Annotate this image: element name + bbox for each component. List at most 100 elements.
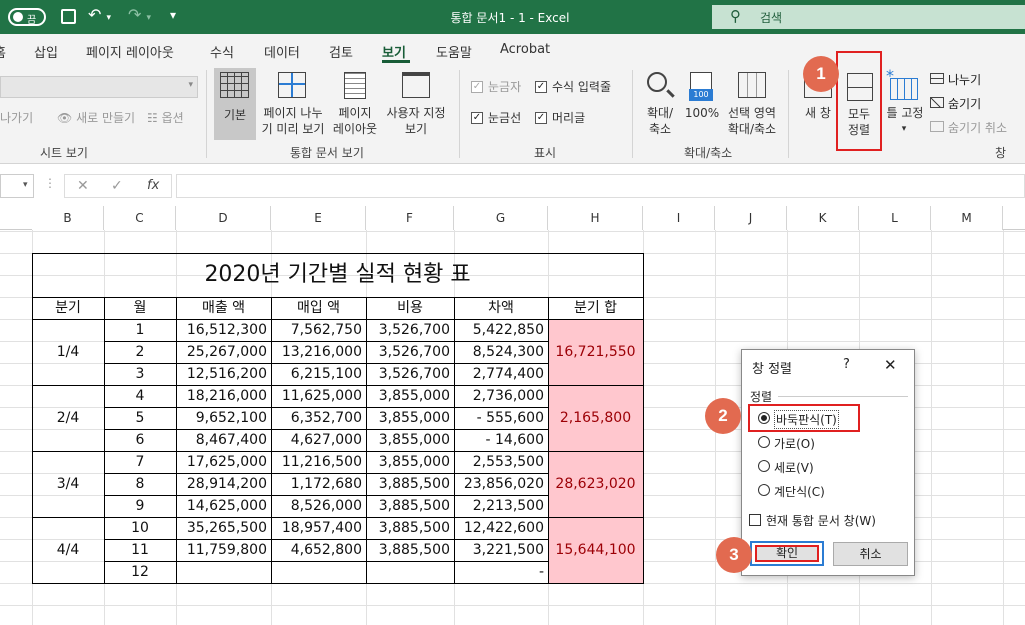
group-label-show: 표시 xyxy=(534,146,557,160)
tab-home[interactable]: 홈 xyxy=(0,42,6,61)
sales-cell: 17,625,000 xyxy=(186,454,267,470)
month-cell: 10 xyxy=(131,520,149,536)
gridlines-label: 눈금선 xyxy=(488,111,522,125)
purchase-cell: 8,526,000 xyxy=(290,498,362,514)
section-divider xyxy=(778,396,908,397)
eye-icon: 👁 xyxy=(57,111,73,125)
help-button[interactable]: ? xyxy=(843,357,850,372)
zoom-selection-button[interactable]: 선택 영역 확대/축소 xyxy=(722,68,782,140)
magnifier-icon xyxy=(647,72,667,92)
more-icon: ⋮ xyxy=(44,176,56,190)
split-button[interactable]: 나누기 xyxy=(928,70,1018,88)
sales-cell: 28,914,200 xyxy=(186,476,267,492)
purchase-cell: 4,652,800 xyxy=(290,542,362,558)
purchase-cell: 18,957,400 xyxy=(281,520,362,536)
keep-button[interactable]: 나가기 xyxy=(0,111,33,126)
purchase-cell: 11,216,500 xyxy=(281,454,362,470)
column-header-b[interactable]: B xyxy=(32,206,104,230)
unhide-button[interactable]: 숨기기 취소 xyxy=(928,118,1025,136)
title-bar: 끔 ↶ ▾ ↷ ▾ ▾ 통합 문서1 - 1 - Excel ⚲ 검색 xyxy=(0,0,1025,34)
gridlines-checkbox[interactable]: ✓ xyxy=(471,112,483,124)
ruler-label: 눈금자 xyxy=(488,80,522,94)
tab-page-layout[interactable]: 페이지 레이아웃 xyxy=(86,42,174,61)
zoom-button[interactable]: 확대/ 축소 xyxy=(640,68,680,140)
cancel-icon[interactable]: ✕ xyxy=(77,178,89,194)
page-break-preview-button[interactable]: 페이지 나누 기 미리 보기 xyxy=(258,68,328,140)
month-cell: 11 xyxy=(131,542,149,558)
column-header-e[interactable]: E xyxy=(271,206,366,230)
current-workbook-checkbox[interactable] xyxy=(749,514,761,526)
ruler-checkbox[interactable]: ✓ xyxy=(471,81,483,93)
difference-cell: - 555,600 xyxy=(476,410,544,426)
divider xyxy=(632,70,633,158)
cancel-button[interactable]: 취소 xyxy=(833,542,908,566)
difference-cell: 12,422,600 xyxy=(463,520,544,536)
horizontal-radio[interactable] xyxy=(758,436,770,448)
new-sheet-view-button[interactable]: 👁 새로 만들기 xyxy=(57,111,135,126)
sales-cell: 11,759,800 xyxy=(186,542,267,558)
formula-bar-checkbox[interactable]: ✓ xyxy=(535,81,547,93)
tab-view[interactable]: 보기 xyxy=(382,42,406,61)
column-header-f[interactable]: F xyxy=(366,206,454,230)
chevron-down-icon: ▾ xyxy=(23,180,28,190)
group-label-zoom: 확대/축소 xyxy=(684,146,733,160)
custom-views-button[interactable]: 사용자 지정 보기 xyxy=(382,68,450,140)
column-header-g[interactable]: G xyxy=(454,206,548,230)
save-icon[interactable] xyxy=(61,9,76,24)
name-box[interactable]: ▾ xyxy=(0,174,34,198)
undo-icon[interactable]: ↶ ▾ xyxy=(88,5,111,24)
gridline-v xyxy=(931,230,932,625)
vertical-radio[interactable] xyxy=(758,460,770,472)
page-break-icon xyxy=(278,72,306,98)
zoom-100-button[interactable]: 100 100% xyxy=(684,68,720,140)
arrange-all-button[interactable]: 모두 정렬 xyxy=(836,51,882,151)
column-header-l[interactable]: L xyxy=(859,206,931,230)
customize-icon[interactable]: ▾ xyxy=(170,8,176,22)
headings-checkbox[interactable]: ✓ xyxy=(535,112,547,124)
tiled-radio[interactable] xyxy=(758,412,770,424)
chevron-down-icon: ▾ xyxy=(188,80,193,90)
table-border xyxy=(366,297,367,583)
purchase-cell: 6,352,700 xyxy=(290,410,362,426)
insert-function-icon[interactable]: fx xyxy=(147,178,159,193)
dialog-title: 창 정렬 xyxy=(752,362,793,377)
tab-data[interactable]: 데이터 xyxy=(264,42,300,61)
page-layout-button[interactable]: 페이지 레이아웃 xyxy=(330,68,380,140)
tab-formulas[interactable]: 수식 xyxy=(210,42,234,61)
sales-cell: 8,467,400 xyxy=(195,432,267,448)
close-icon[interactable]: ✕ xyxy=(884,356,897,374)
column-header-m[interactable]: M xyxy=(931,206,1003,230)
hide-button[interactable]: 숨기기 xyxy=(928,94,1018,112)
search-box[interactable]: ⚲ 검색 xyxy=(712,5,1025,29)
quarter-sum: 16,721,550 xyxy=(555,344,636,360)
normal-view-button[interactable]: 기본 xyxy=(214,68,256,140)
cascade-radio[interactable] xyxy=(758,484,770,496)
tab-review[interactable]: 검토 xyxy=(329,42,353,61)
table-border xyxy=(32,297,644,298)
sheet-view-dropdown[interactable]: ▾ xyxy=(0,76,198,98)
sheet-view-options-button[interactable]: ☷ 옵션 xyxy=(147,111,184,126)
table-border xyxy=(32,583,644,584)
table-border xyxy=(104,407,548,408)
redo-icon[interactable]: ↷ ▾ xyxy=(128,5,151,24)
enter-icon[interactable]: ✓ xyxy=(111,178,123,194)
column-header-i[interactable]: I xyxy=(643,206,715,230)
column-header-h[interactable]: H xyxy=(548,206,643,230)
column-header-k[interactable]: K xyxy=(787,206,859,230)
column-header-c[interactable]: C xyxy=(104,206,176,230)
page-layout-icon xyxy=(344,72,366,99)
tab-help[interactable]: 도움말 xyxy=(436,42,472,61)
column-header-j[interactable]: J xyxy=(715,206,787,230)
autosave-toggle[interactable]: 끔 xyxy=(8,8,46,26)
tab-acrobat[interactable]: Acrobat xyxy=(500,42,550,57)
table-border xyxy=(104,561,548,562)
custom-view-icon xyxy=(402,72,430,98)
column-header-d[interactable]: D xyxy=(176,206,271,230)
formula-input[interactable] xyxy=(176,174,1025,198)
gridline-v xyxy=(1003,230,1004,625)
header-difference: 차액 xyxy=(488,300,514,316)
ok-button[interactable]: 확인 xyxy=(755,545,819,562)
freeze-panes-button[interactable]: * 틀 고정 ▾ xyxy=(884,66,926,140)
gridline-h xyxy=(0,231,1025,232)
tab-insert[interactable]: 삽입 xyxy=(34,42,58,61)
